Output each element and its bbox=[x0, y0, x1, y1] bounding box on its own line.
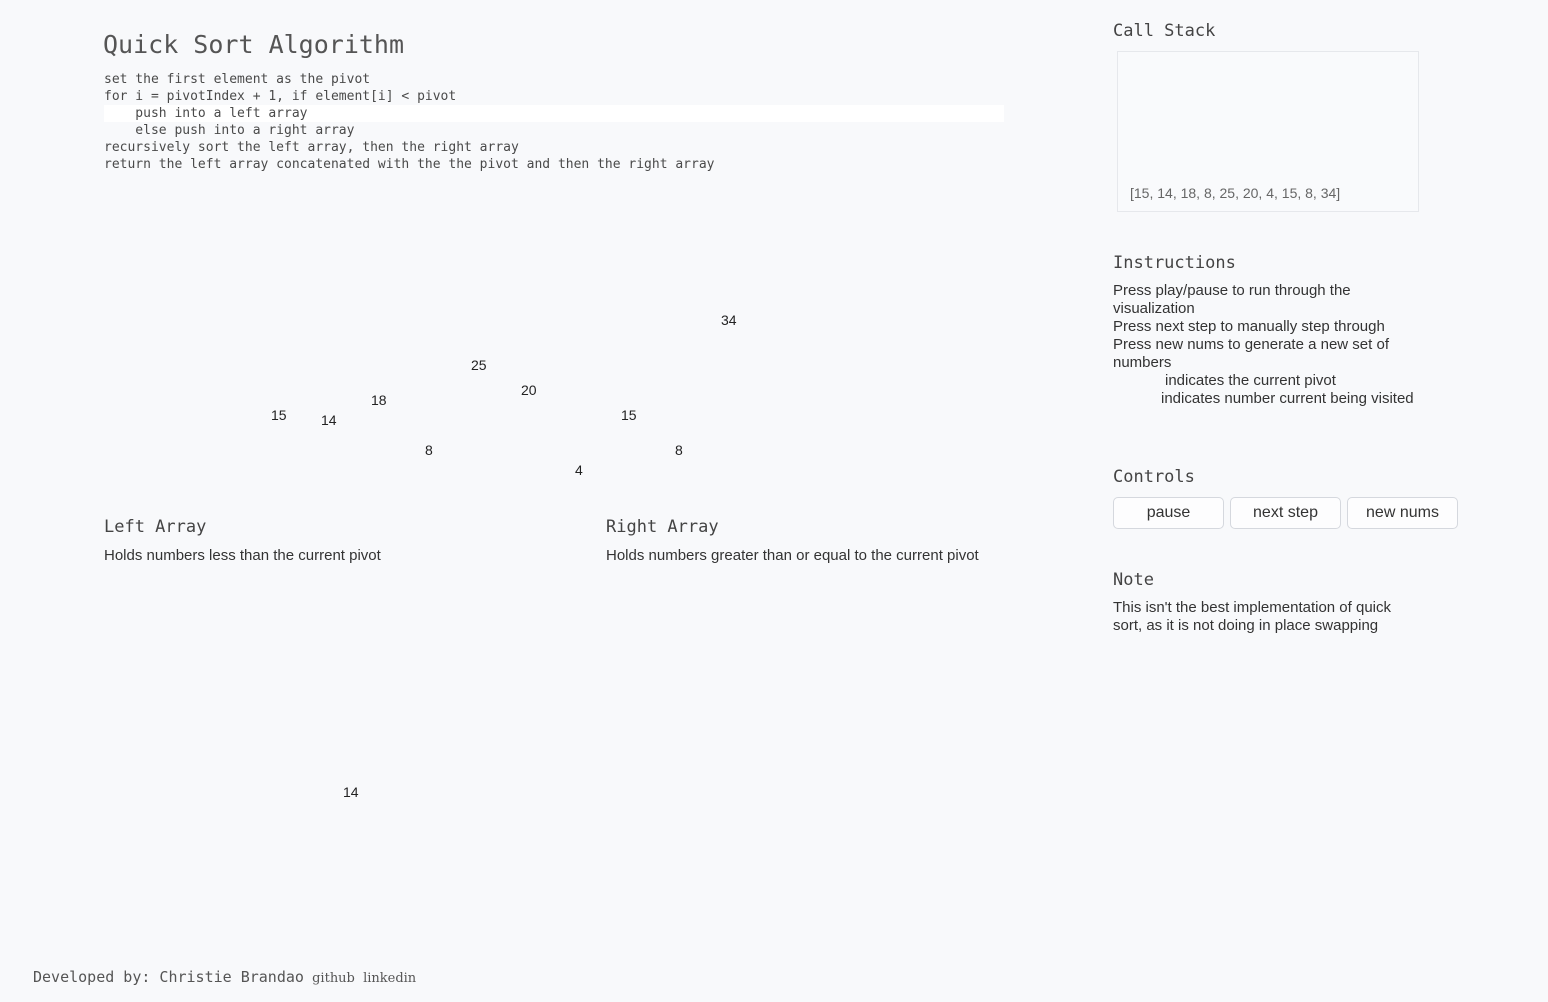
number-node: 8 bbox=[675, 442, 683, 458]
pseudocode-block: set the first element as the pivot for i… bbox=[104, 71, 1004, 173]
pseudocode-line: else push into a right array bbox=[104, 123, 355, 138]
left-array-title: Left Array bbox=[104, 517, 207, 537]
instruction-line: Press next step to manually step through bbox=[1113, 318, 1385, 335]
instruction-line-visited: indicates number current being visited bbox=[1161, 390, 1414, 407]
github-link[interactable]: github bbox=[312, 971, 355, 986]
linkedin-link[interactable]: linkedin bbox=[363, 971, 416, 986]
number-node: 20 bbox=[521, 382, 537, 398]
pseudocode-line: return the left array concatenated with … bbox=[104, 157, 715, 172]
instructions-title: Instructions bbox=[1113, 253, 1236, 273]
number-node: 14 bbox=[321, 412, 337, 428]
pseudocode-line: set the first element as the pivot bbox=[104, 72, 371, 87]
next-step-button[interactable]: next step bbox=[1230, 497, 1341, 529]
right-array-description: Holds numbers greater than or equal to t… bbox=[606, 547, 979, 564]
number-node: 15 bbox=[271, 407, 287, 423]
number-node: 8 bbox=[425, 442, 433, 458]
pseudocode-line-highlighted: push into a left array bbox=[104, 105, 1004, 122]
call-stack-panel: [15, 14, 18, 8, 25, 20, 4, 15, 8, 34] bbox=[1117, 51, 1419, 212]
number-node: 34 bbox=[721, 312, 737, 328]
number-node: 15 bbox=[621, 407, 637, 423]
pause-button[interactable]: pause bbox=[1113, 497, 1224, 529]
call-stack-title: Call Stack bbox=[1113, 21, 1216, 41]
call-stack-entry: [15, 14, 18, 8, 25, 20, 4, 15, 8, 34] bbox=[1130, 185, 1341, 201]
instruction-line: Press new nums to generate a new set of … bbox=[1113, 336, 1389, 371]
footer: Developed by: Christie Brandao github li… bbox=[33, 968, 416, 986]
current-number-node: 14 bbox=[343, 784, 359, 800]
pseudocode-line: for i = pivotIndex + 1, if element[i] < … bbox=[104, 89, 457, 104]
right-array-title: Right Array bbox=[606, 517, 719, 537]
number-node: 25 bbox=[471, 357, 487, 373]
instruction-line-pivot: indicates the current pivot bbox=[1165, 372, 1336, 389]
instruction-line: Press play/pause to run through the visu… bbox=[1113, 282, 1351, 317]
left-array-description: Holds numbers less than the current pivo… bbox=[104, 547, 381, 564]
page-title: Quick Sort Algorithm bbox=[103, 30, 405, 59]
developer-credit: Developed by: Christie Brandao bbox=[33, 968, 304, 986]
pseudocode-line: recursively sort the left array, then th… bbox=[104, 140, 519, 155]
new-nums-button[interactable]: new nums bbox=[1347, 497, 1458, 529]
number-node: 18 bbox=[371, 392, 387, 408]
instructions-list: Press play/pause to run through the visu… bbox=[1113, 282, 1418, 408]
note-text: This isn't the best implementation of qu… bbox=[1113, 599, 1391, 634]
number-node: 4 bbox=[575, 462, 583, 478]
note-title: Note bbox=[1113, 570, 1154, 590]
controls-title: Controls bbox=[1113, 467, 1195, 487]
